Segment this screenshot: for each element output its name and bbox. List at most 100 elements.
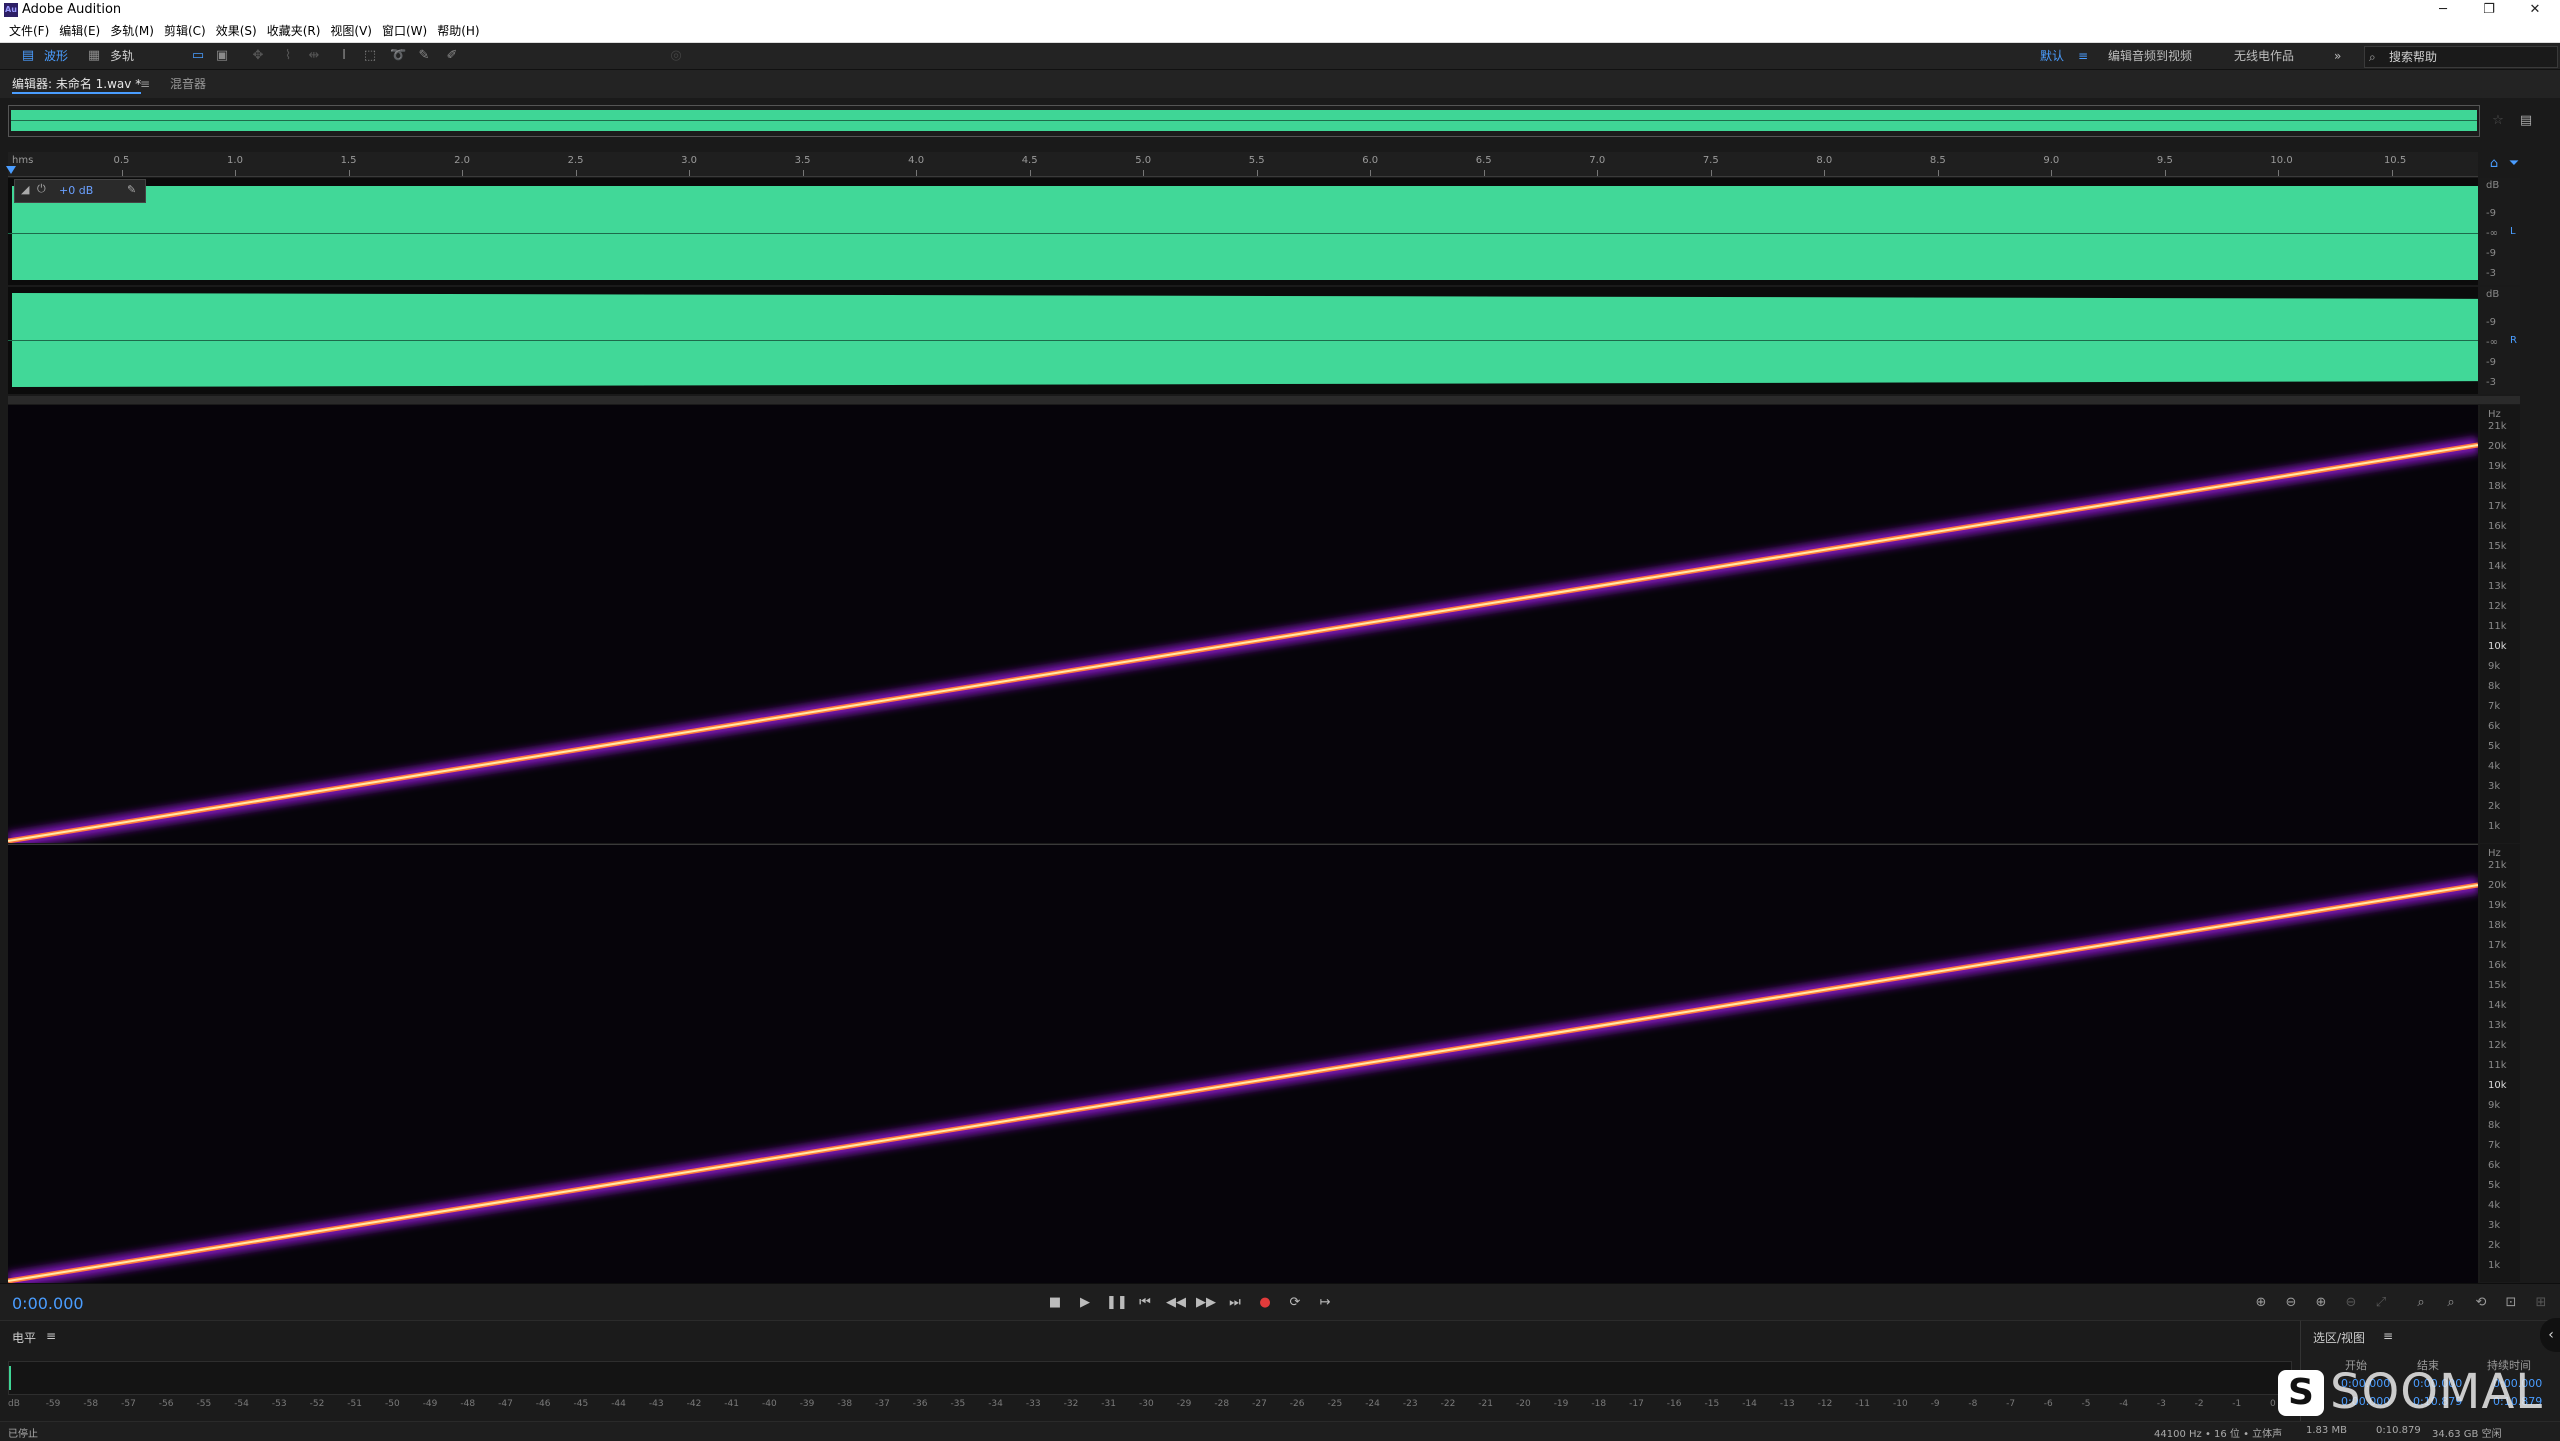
menu-view[interactable]: 视图(V) xyxy=(325,20,377,42)
zoom-out-amplitude-icon[interactable]: ⊖ xyxy=(2282,1294,2300,1312)
channel-right-label[interactable]: R xyxy=(2510,335,2517,346)
panel-menu-icon[interactable]: ▤ xyxy=(2518,113,2534,129)
menu-favorites[interactable]: 收藏夹(R) xyxy=(262,20,326,42)
level-scale-tick: -50 xyxy=(385,1399,400,1409)
slip-tool-icon[interactable]: ⇹ xyxy=(306,48,322,64)
zoom-options-icon[interactable]: ⊞ xyxy=(2532,1294,2550,1312)
brush-tool-icon[interactable]: ✎ xyxy=(416,48,432,64)
clip-gain-hud[interactable]: ◢ ⏻ +0 dB ✎ xyxy=(14,179,146,203)
hz-tick: 6k xyxy=(2488,1160,2501,1171)
hz-tick: 12k xyxy=(2488,601,2507,612)
level-scale-tick: -7 xyxy=(2006,1399,2016,1409)
tab-editor-menu-icon[interactable]: ≡ xyxy=(140,76,150,92)
play-button[interactable]: ▶ xyxy=(1076,1294,1094,1312)
skip-button[interactable]: ↦ xyxy=(1316,1294,1334,1312)
multitrack-mode-button[interactable]: 多轨 xyxy=(110,47,134,65)
zoom-fit-icon[interactable]: ⊡ xyxy=(2502,1294,2520,1312)
zoom-in-time-icon[interactable]: ⊕ xyxy=(2312,1294,2330,1312)
time-ruler[interactable]: hms 0.5 1.0 1.5 2.0 2.5 3.0 3.5 4.0 4.5 5.0 5.5 6.0… xyxy=(8,152,2478,177)
pin-icon[interactable]: ✎ xyxy=(127,183,136,196)
lasso-tool-icon[interactable]: ➰ xyxy=(390,48,406,64)
time-selection-tool-icon[interactable]: I xyxy=(336,48,352,64)
workspace-radio-production[interactable]: 无线电作品 xyxy=(2234,47,2294,65)
menu-effects[interactable]: 效果(S) xyxy=(211,20,262,42)
menu-help[interactable]: 帮助(H) xyxy=(432,20,484,42)
menu-multitrack[interactable]: 多轨(M) xyxy=(105,20,159,42)
waveform-channel-left[interactable] xyxy=(8,178,2478,285)
marker-icon[interactable]: ⏷ xyxy=(2506,156,2522,172)
clip-volume-icon: ◢ xyxy=(21,183,30,196)
multitrack-view-icon: ▦ xyxy=(87,48,101,63)
ruler-tick xyxy=(802,170,804,176)
spectrogram-channel-right[interactable] xyxy=(8,844,2478,1283)
workspace-default[interactable]: 默认 xyxy=(2040,47,2064,65)
zoom-lock-icon[interactable]: ☆ xyxy=(2490,113,2506,129)
channel-left-label[interactable]: L xyxy=(2510,226,2516,237)
minimize-button[interactable]: ─ xyxy=(2420,0,2466,20)
selection-view-menu-icon[interactable]: ≡ xyxy=(2383,1329,2393,1343)
ruler-label: 7.0 xyxy=(1589,155,1606,166)
hz-tick: 6k xyxy=(2488,721,2501,732)
zoom-in-amplitude-icon[interactable]: ⊕ xyxy=(2252,1294,2270,1312)
ruler-label: 4.0 xyxy=(908,155,925,166)
level-scale-tick: -22 xyxy=(1440,1399,1456,1409)
go-to-end-button[interactable]: ⏭ xyxy=(1226,1294,1244,1312)
overview-navigator[interactable] xyxy=(8,105,2480,137)
spot-healing-tool-icon[interactable]: ✐ xyxy=(444,48,460,64)
rewind-button[interactable]: ◀◀ xyxy=(1166,1294,1186,1312)
go-to-start-button[interactable]: ⏮ xyxy=(1136,1294,1154,1312)
spectral-display-icon[interactable]: ▭ xyxy=(190,48,206,64)
zoom-in-out-icon[interactable]: ⌕ xyxy=(2442,1294,2460,1312)
pause-button[interactable]: ❚❚ xyxy=(1106,1294,1128,1312)
level-scale-tick: 0 xyxy=(2270,1399,2276,1409)
current-time-display[interactable]: 0:00.000 xyxy=(12,1294,84,1313)
level-scale-tick: -33 xyxy=(1025,1399,1041,1409)
waveform-mode-button[interactable]: 波形 xyxy=(44,47,68,65)
move-tool-icon[interactable]: ✥ xyxy=(250,48,266,64)
loop-button[interactable]: ⟳ xyxy=(1286,1294,1304,1312)
more-workspaces-icon[interactable]: » xyxy=(2334,47,2341,65)
power-icon[interactable]: ⏻ xyxy=(37,182,46,196)
ruler-tick xyxy=(462,170,464,176)
spectrogram-channel-left[interactable] xyxy=(8,405,2478,843)
zoom-reset-icon[interactable]: ⟲ xyxy=(2472,1294,2490,1312)
fast-forward-button[interactable]: ▶▶ xyxy=(1196,1294,1216,1312)
menu-file[interactable]: 文件(F) xyxy=(4,20,54,42)
razor-tool-icon[interactable]: ⌇ xyxy=(280,48,296,64)
maximize-button[interactable]: ❐ xyxy=(2466,0,2512,20)
ruler-tick xyxy=(121,170,123,176)
workspace-edit-audio-to-video[interactable]: 编辑音频到视频 xyxy=(2108,47,2192,65)
ruler-tick xyxy=(575,170,577,176)
marquee-tool-icon[interactable]: ⬚ xyxy=(362,48,378,64)
hz-tick: 4k xyxy=(2488,1200,2501,1211)
menu-edit[interactable]: 编辑(E) xyxy=(54,20,105,42)
playhead-icon[interactable] xyxy=(6,166,16,174)
search-help-input[interactable]: ⌕ 搜索帮助 xyxy=(2364,46,2558,68)
zoom-full-icon[interactable]: ⤢ xyxy=(2372,1294,2390,1312)
ruler-tick xyxy=(2391,170,2393,176)
level-meter-fill xyxy=(9,1366,11,1390)
record-button[interactable]: ● xyxy=(1256,1294,1274,1312)
zoom-out-time-icon[interactable]: ⊖ xyxy=(2342,1294,2360,1312)
pitch-display-icon[interactable]: ▣ xyxy=(214,48,230,64)
level-scale-tick: -13 xyxy=(1779,1399,1795,1409)
close-button[interactable]: ✕ xyxy=(2512,0,2558,20)
menu-window[interactable]: 窗口(W) xyxy=(377,20,432,42)
zoom-selection-icon[interactable]: ⌕ xyxy=(2412,1294,2430,1312)
level-scale-tick: -57 xyxy=(121,1399,136,1409)
tab-mixer[interactable]: 混音器 xyxy=(170,76,206,92)
ruler-label: 0.5 xyxy=(113,155,130,166)
hz-tick: 5k xyxy=(2488,1180,2501,1191)
db-tick: -9 xyxy=(2486,208,2496,219)
panel-splitter[interactable] xyxy=(8,396,2520,404)
hz-tick: 21k xyxy=(2488,421,2507,432)
levels-menu-icon[interactable]: ≡ xyxy=(46,1329,56,1343)
waveform-channel-right[interactable] xyxy=(8,287,2478,394)
stop-button[interactable]: ■ xyxy=(1046,1294,1064,1312)
snap-icon[interactable]: ⌂ xyxy=(2486,156,2502,172)
workspace-menu-icon[interactable]: ≡ xyxy=(2078,47,2088,65)
overview-centerline xyxy=(11,120,2477,121)
menu-clip[interactable]: 剪辑(C) xyxy=(159,20,211,42)
tab-editor[interactable]: 编辑器: 未命名 1.wav * xyxy=(12,76,142,94)
app-logo-icon: Au xyxy=(4,3,18,17)
